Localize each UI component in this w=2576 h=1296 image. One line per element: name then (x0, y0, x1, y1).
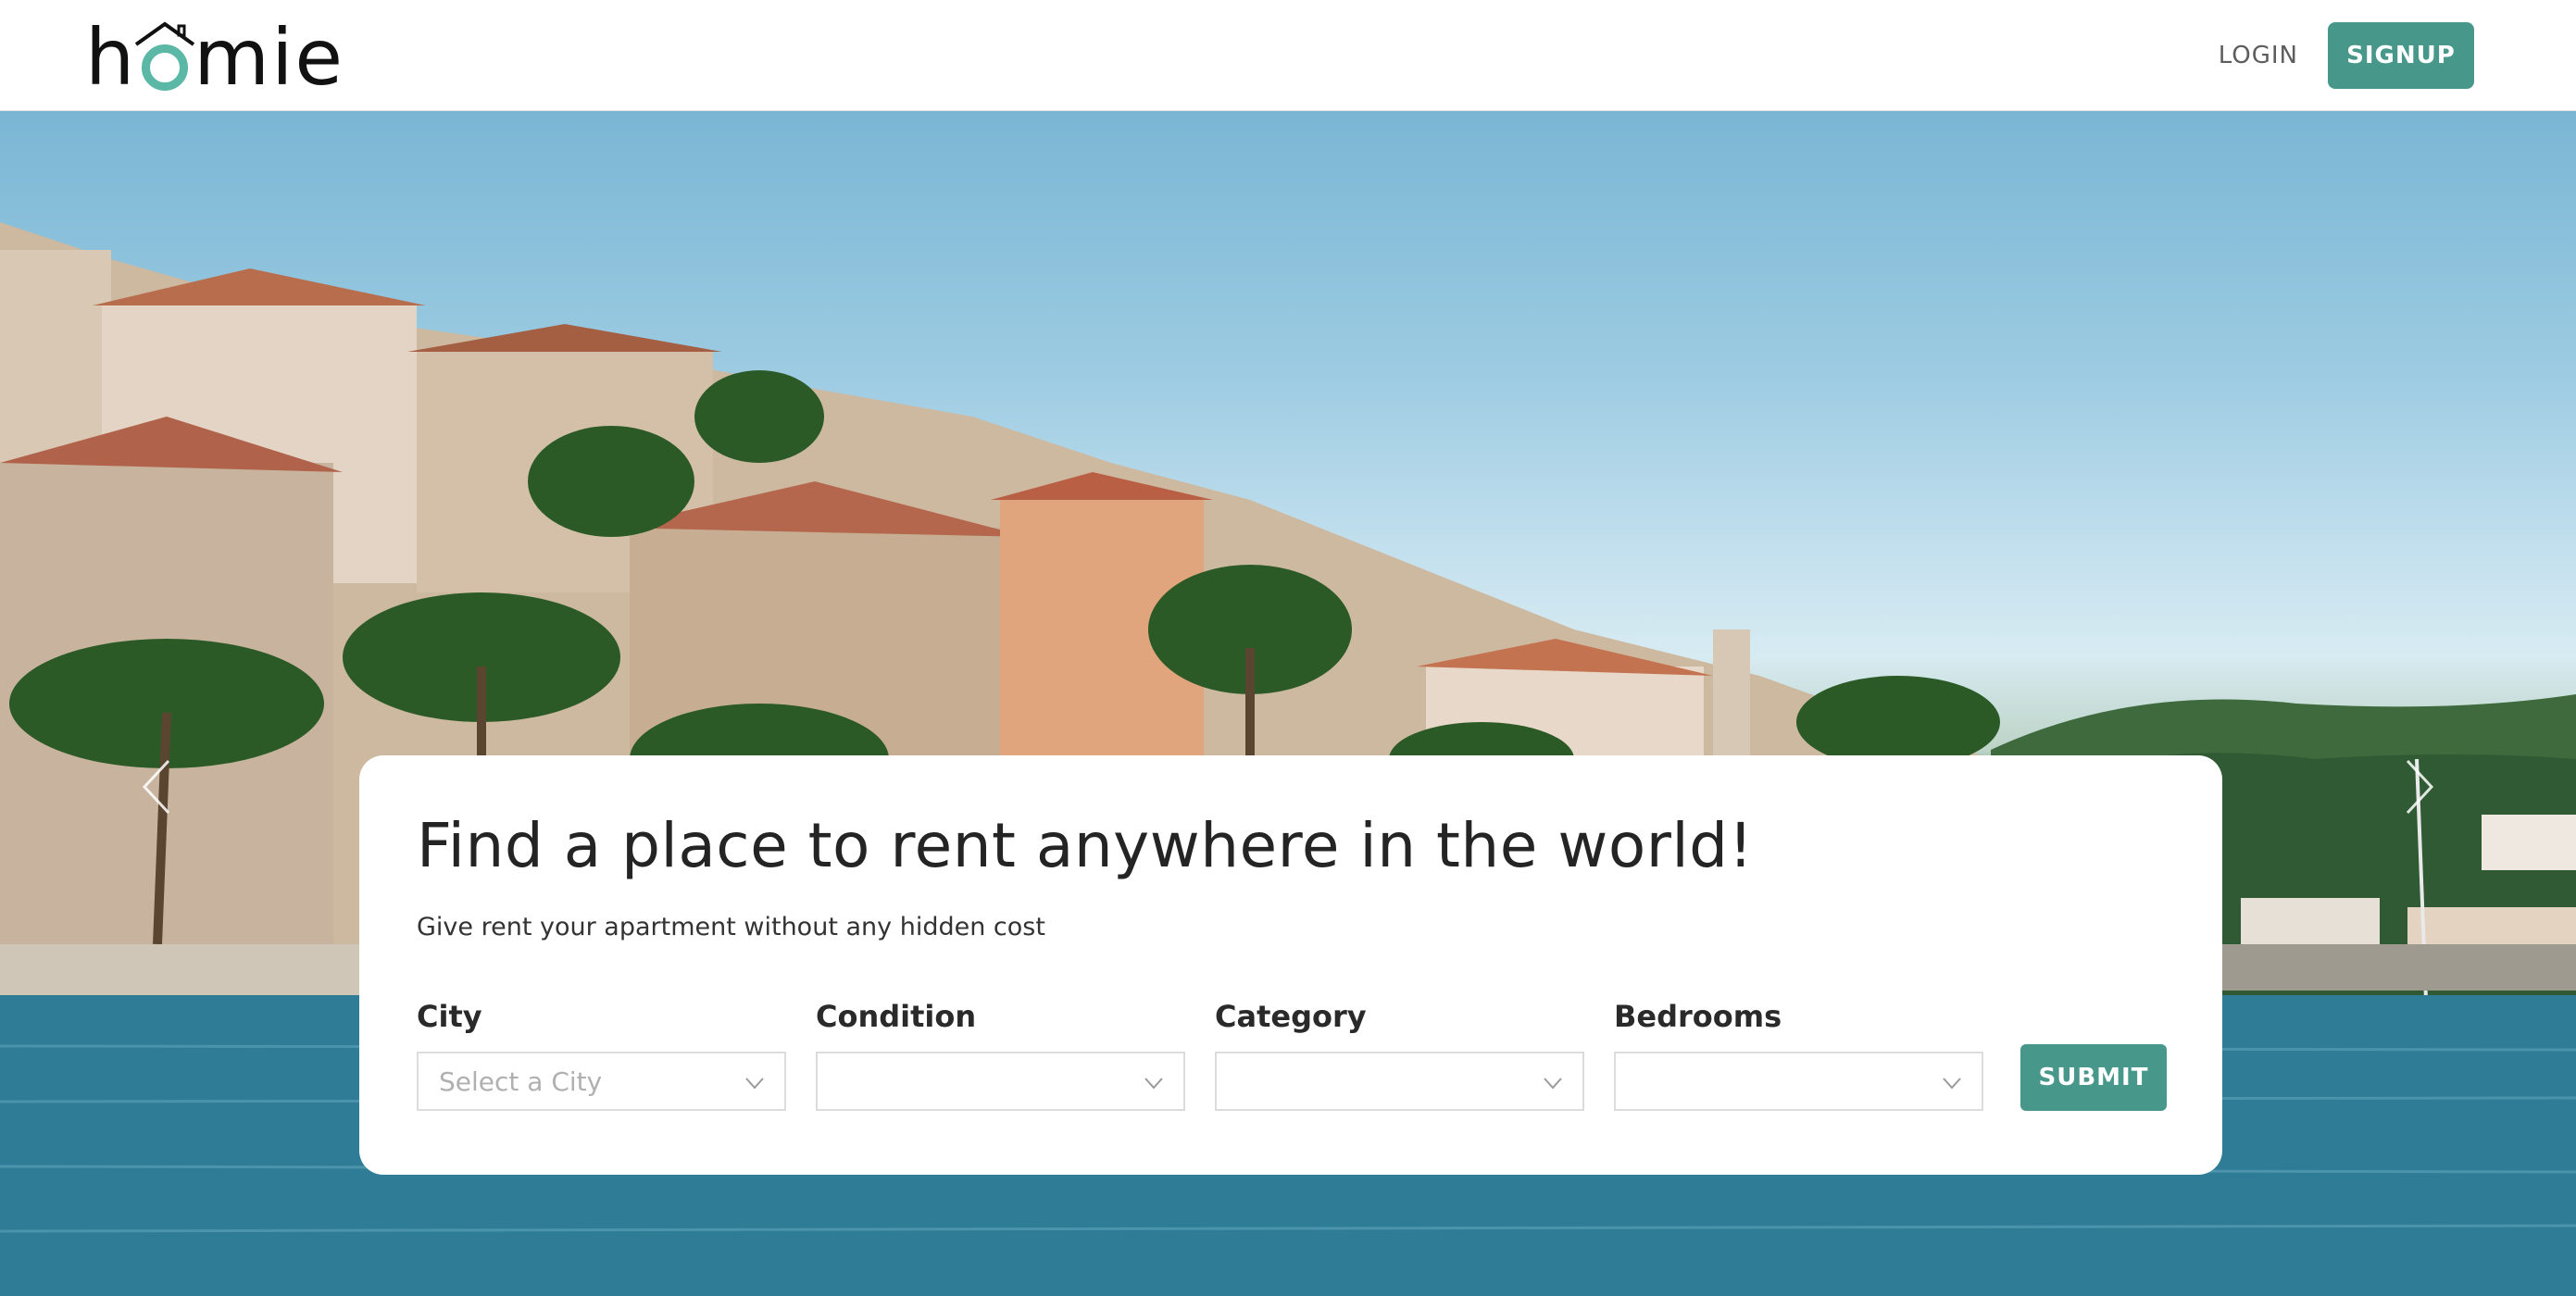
submit-button[interactable]: SUBMIT (2020, 1044, 2167, 1111)
category-label: Category (1215, 999, 1367, 1034)
chevron-left-icon (142, 759, 170, 815)
top-navbar: h mie LOGIN SIGNUP (0, 0, 2576, 111)
chevron-down-icon (1943, 1078, 1961, 1090)
bedrooms-select[interactable] (1614, 1052, 1983, 1111)
condition-label: Condition (816, 999, 977, 1034)
city-label: City (417, 999, 482, 1034)
carousel-next-button[interactable] (2391, 750, 2446, 824)
condition-select[interactable] (816, 1052, 1185, 1111)
chevron-right-icon (2406, 759, 2434, 815)
signup-button[interactable]: SIGNUP (2328, 22, 2474, 89)
logo-letter-h: h (85, 12, 137, 103)
city-select[interactable]: Select a City (417, 1052, 786, 1111)
homepage: h mie LOGIN SIGNUP Find a place to rent … (0, 0, 2576, 1296)
city-select-value: Select a City (439, 1065, 603, 1097)
search-card: Find a place to rent anywhere in the wor… (359, 755, 2222, 1175)
carousel-prev-button[interactable] (130, 750, 185, 824)
bedrooms-filter: Bedrooms (1614, 998, 1983, 1111)
homie-logo[interactable]: h mie (85, 13, 381, 96)
logo-house-o (135, 21, 195, 91)
category-filter: Category (1215, 998, 1584, 1111)
city-filter: City Select a City (417, 998, 786, 1111)
auth-nav: LOGIN SIGNUP (2219, 22, 2474, 89)
category-select[interactable] (1215, 1052, 1584, 1111)
search-subtitle: Give rent your apartment without any hid… (417, 913, 1045, 941)
search-title: Find a place to rent anywhere in the wor… (417, 810, 1754, 881)
chevron-down-icon (1144, 1078, 1163, 1090)
search-filters-form: City Select a City Condition Category Be… (417, 998, 2167, 1111)
condition-filter: Condition (816, 998, 1185, 1111)
chevron-down-icon (745, 1078, 764, 1090)
logo-letters-mie: mie (194, 12, 345, 103)
chevron-down-icon (1544, 1078, 1562, 1090)
login-link[interactable]: LOGIN (2219, 42, 2298, 69)
bedrooms-label: Bedrooms (1614, 999, 1782, 1034)
